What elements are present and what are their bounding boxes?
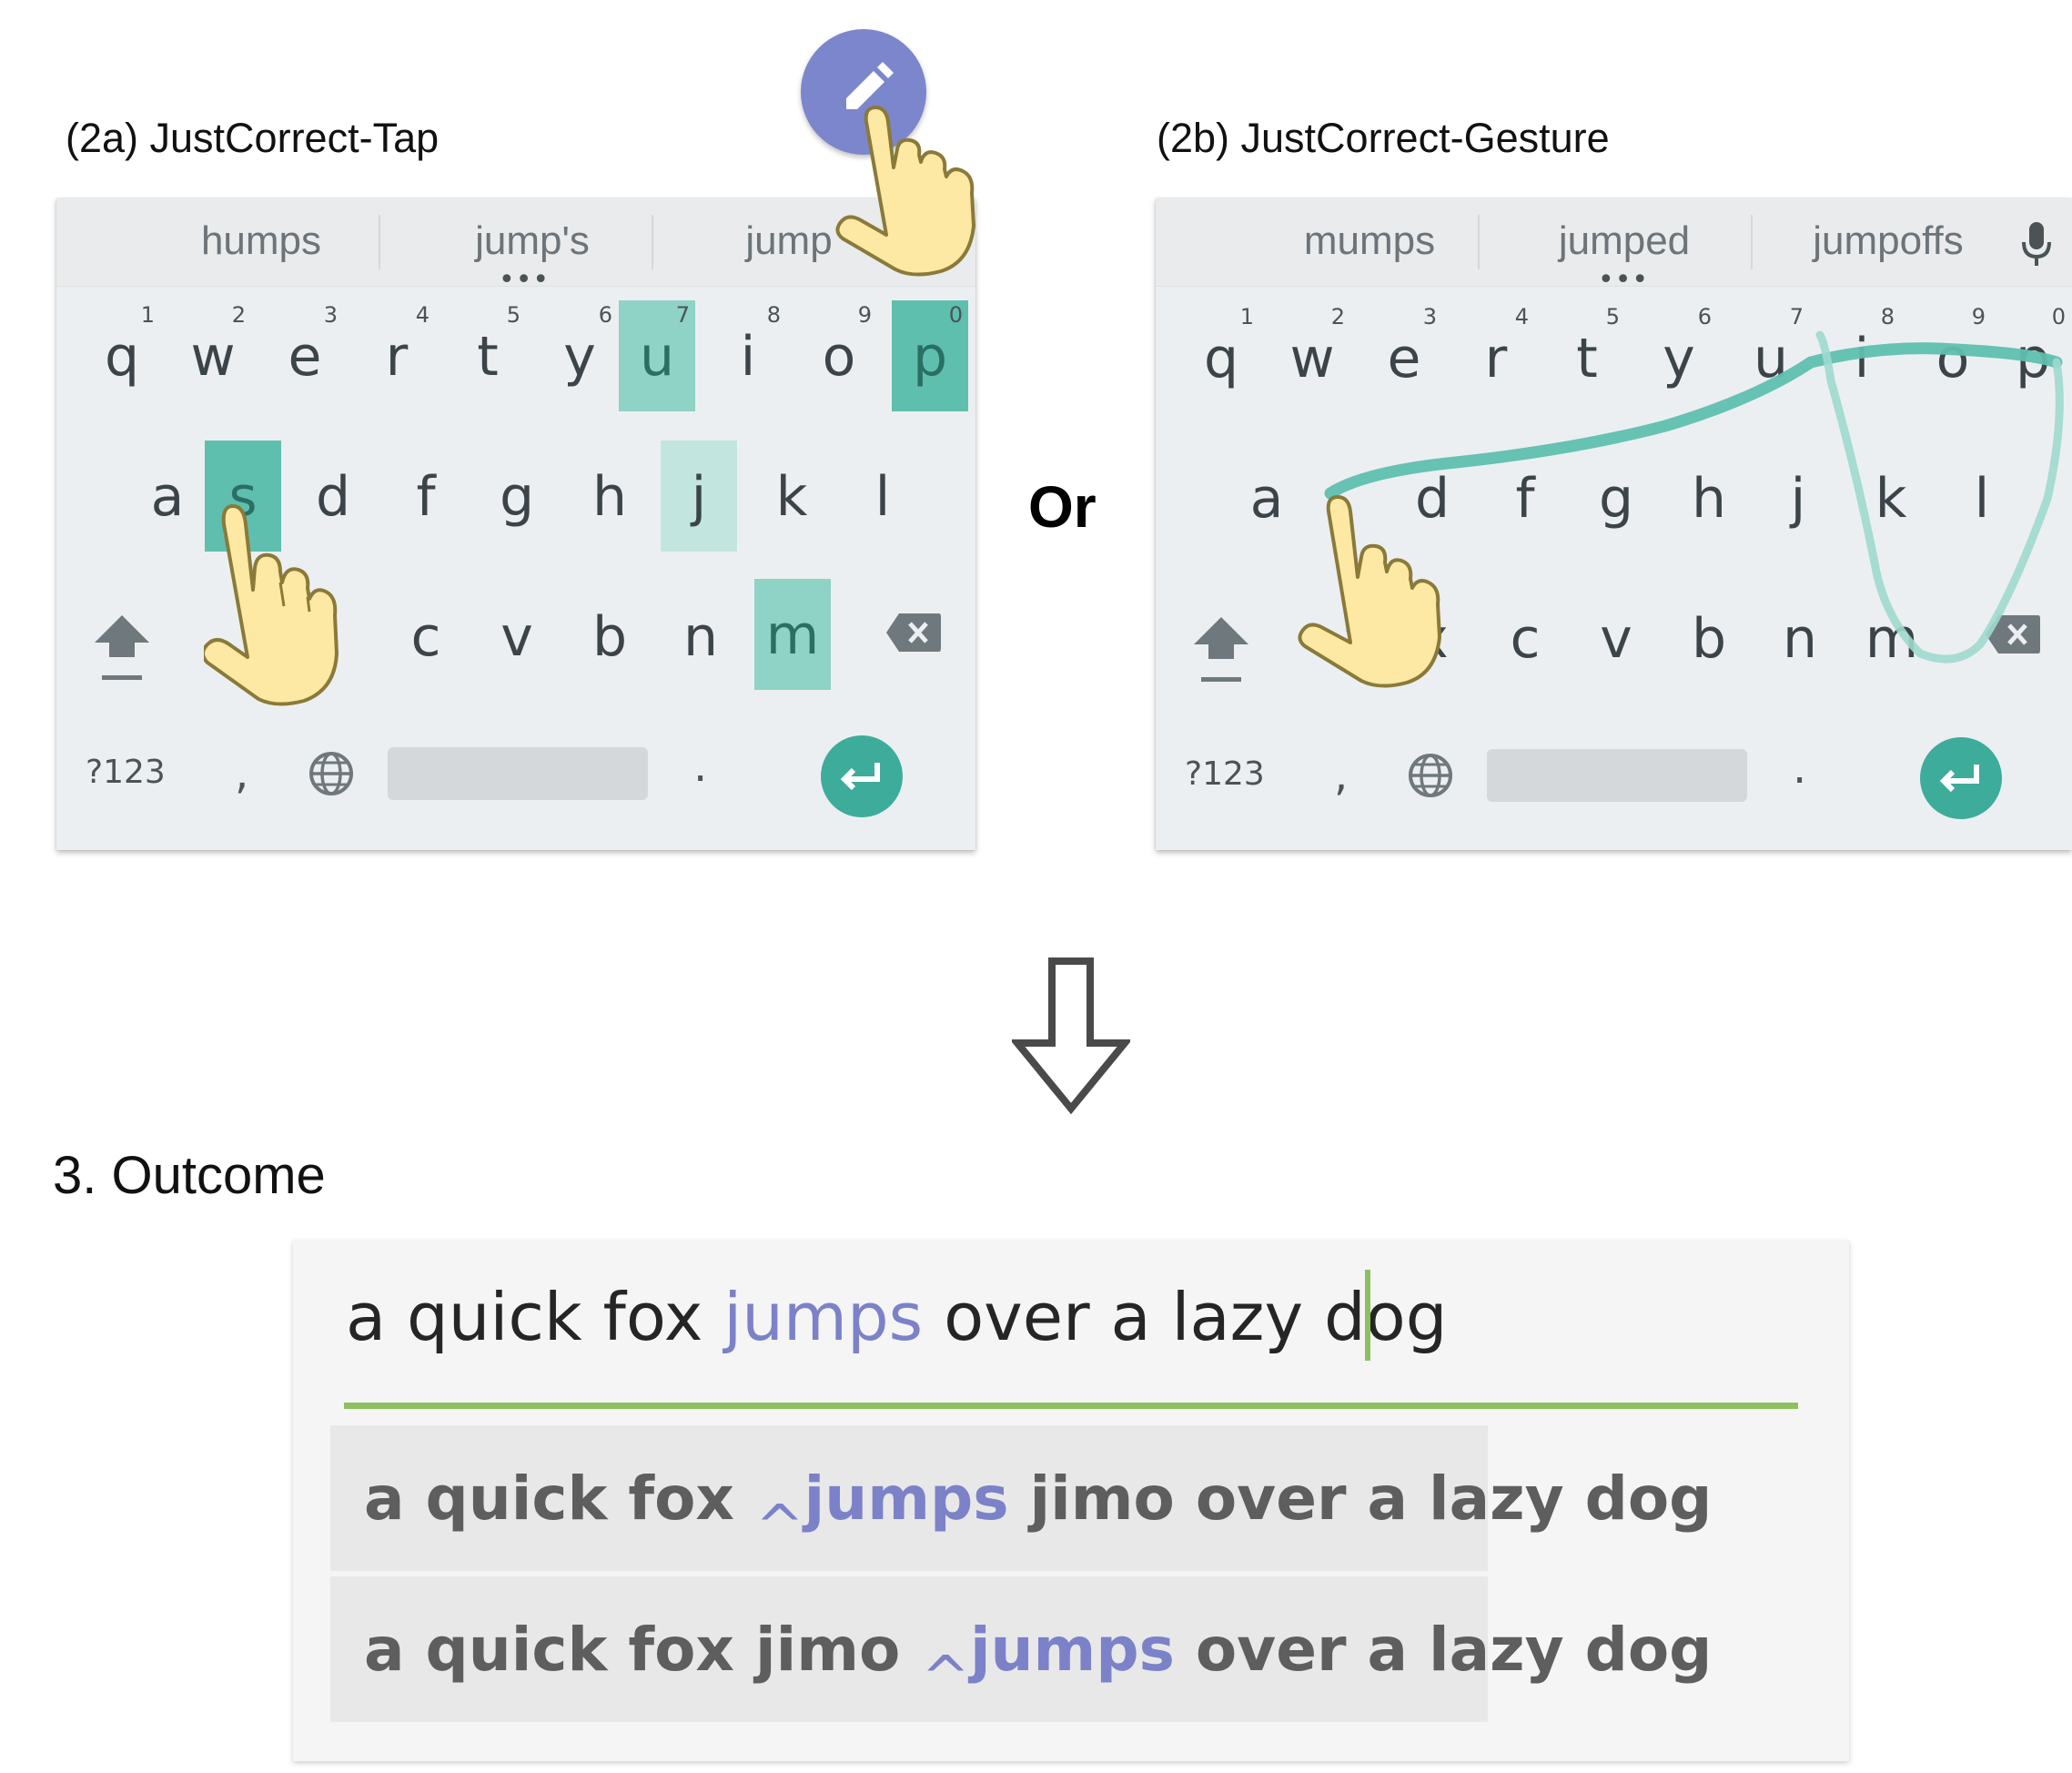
key-q[interactable]: 1q (84, 300, 160, 411)
key-letter: c (410, 605, 441, 669)
suggestion-item[interactable]: jump's (437, 218, 628, 264)
outcome-title: 3. Outcome (53, 1146, 326, 1205)
key-e[interactable]: 3e (267, 300, 343, 411)
key-b[interactable]: b (571, 581, 648, 692)
key-a[interactable]: a (129, 441, 206, 552)
key-j[interactable]: j (661, 441, 737, 552)
suggestion-text-after: over a lazy dog (1174, 1615, 1713, 1685)
key-letter: n (682, 605, 719, 669)
key-u[interactable]: 7u (619, 300, 695, 411)
key-g[interactable]: g (479, 441, 555, 552)
typed-text-before: a quick fox (346, 1279, 724, 1355)
text-field-underline (344, 1403, 1798, 1409)
panel-b-title: (2b) JustCorrect-Gesture (1157, 115, 1610, 161)
key-letter: i (740, 325, 756, 389)
key-letter: y (563, 325, 596, 389)
key-v[interactable]: v (479, 581, 555, 692)
suggestion-text-before: a quick fox jimo (364, 1615, 922, 1685)
text-field-value[interactable]: a quick fox jumps over a lazy dog (346, 1276, 1447, 1358)
key-c[interactable]: c (388, 581, 464, 692)
correction-suggestion-text: a quick fox jimo ^jumps over a lazy dog (364, 1615, 1713, 1712)
key-letter: g (499, 465, 535, 529)
key-letter: f (416, 465, 436, 529)
suggestion-text-highlight: jumps (804, 1464, 1009, 1534)
backspace-icon (886, 613, 941, 652)
enter-icon (840, 763, 880, 791)
comma-key[interactable]: , (235, 748, 248, 799)
suggestion-more-dots: ••• (499, 264, 551, 296)
key-letter: u (639, 325, 675, 389)
key-letter: m (765, 603, 820, 667)
key-w[interactable]: 2w (175, 300, 251, 411)
suggestion-text-after: jimo over a lazy dog (1008, 1464, 1713, 1534)
key-letter: t (477, 325, 499, 389)
insertion-caret: ^ (754, 1494, 804, 1561)
correction-suggestion-text: a quick fox ^jumps jimo over a lazy dog (364, 1464, 1713, 1561)
globe-icon (309, 752, 353, 795)
key-p[interactable]: 0p (892, 300, 968, 411)
key-r[interactable]: 4r (359, 300, 435, 411)
key-letter: h (591, 465, 628, 529)
key-f[interactable]: f (388, 441, 464, 552)
globe-key[interactable] (308, 750, 355, 797)
insertion-caret: ^ (921, 1645, 970, 1712)
suggestion-text-before: a quick fox (364, 1464, 755, 1534)
key-i[interactable]: 8i (710, 300, 786, 411)
enter-button[interactable] (821, 735, 903, 817)
key-letter: o (822, 325, 856, 389)
suggestion-item[interactable]: humps (166, 218, 357, 264)
panel-a-title: (2a) JustCorrect-Tap (66, 115, 440, 161)
key-o[interactable]: 9o (801, 300, 877, 411)
hand-pointer-icon (1298, 495, 1441, 688)
key-letter: w (190, 325, 236, 389)
down-arrow-icon (1012, 957, 1130, 1114)
key-letter: r (385, 325, 409, 389)
key-y[interactable]: 6y (541, 300, 618, 411)
key-l[interactable]: l (844, 441, 921, 552)
key-letter: k (775, 465, 808, 529)
key-letter: b (591, 605, 628, 669)
keyboard-tap: humps jump's ••• jump 1q 2w 3e 4r 5t 6y … (56, 198, 975, 850)
key-letter: q (104, 325, 140, 389)
suggestion-separator (652, 215, 653, 269)
shift-icon (95, 615, 149, 680)
key-n[interactable]: n (662, 581, 739, 692)
spacebar[interactable] (388, 747, 648, 800)
suggestion-text-highlight: jumps (969, 1615, 1175, 1685)
key-letter: l (874, 465, 891, 529)
suggestion-separator (379, 215, 380, 269)
symbols-key[interactable]: ?123 (86, 754, 166, 791)
key-h[interactable]: h (571, 441, 648, 552)
typed-text-highlight: jumps (723, 1279, 924, 1355)
shift-key[interactable] (93, 610, 151, 683)
keyboard-gesture: mumps jumped ••• jumpoffs 1q 2w 3e 4r 5t… (1156, 198, 2072, 850)
key-letter: e (288, 325, 322, 389)
key-letter: v (500, 605, 533, 669)
period-key[interactable]: . (693, 741, 707, 792)
key-letter: j (691, 465, 707, 529)
backspace-key[interactable] (884, 612, 943, 653)
text-cursor (1365, 1270, 1370, 1361)
key-letter: p (912, 325, 948, 389)
key-k[interactable]: k (753, 441, 830, 552)
key-t[interactable]: 5t (450, 300, 526, 411)
key-letter: a (150, 465, 185, 529)
hand-pointer-icon (835, 106, 975, 277)
key-m[interactable]: m (754, 579, 831, 690)
or-label: Or (1028, 474, 1097, 540)
hand-pointer-icon (204, 504, 339, 706)
